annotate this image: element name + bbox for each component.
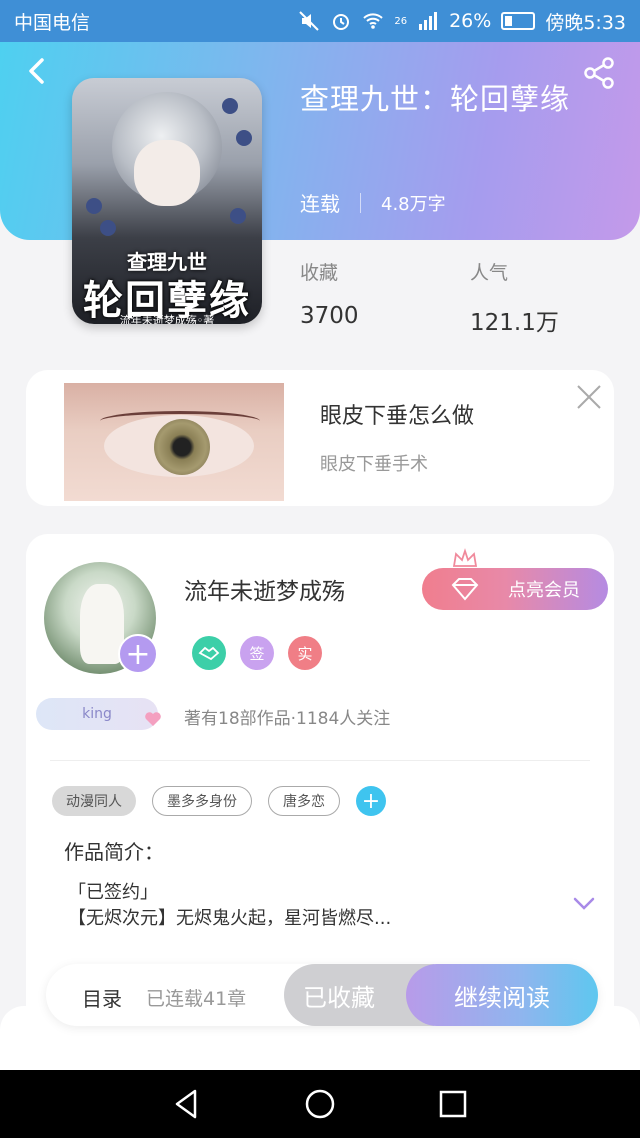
chapter-count[interactable]: 已连载41章: [146, 984, 246, 1011]
tag-item[interactable]: 唐多恋: [268, 786, 340, 816]
cover-flower: [100, 220, 116, 236]
author-name[interactable]: 流年未逝梦成殇: [184, 572, 345, 606]
book-cover[interactable]: 查理九世 轮回孽缘 流年未逝梦成殇◦著: [72, 78, 262, 324]
intro-text: 【无烬次元】无烬鬼火起，星河皆燃尽...: [68, 908, 392, 929]
cover-author: 流年未逝梦成殇◦著: [119, 314, 215, 324]
handshake-icon: [192, 636, 226, 670]
level-tag: king: [36, 698, 158, 730]
battery-percent: 26%: [449, 10, 492, 32]
nav-back-icon[interactable]: [169, 1086, 205, 1122]
nav-home-icon[interactable]: [302, 1086, 338, 1122]
intro-label: 作品简介：: [64, 840, 164, 864]
stat-value: 121.1万: [470, 310, 559, 336]
book-title: 查理九世：轮回孽缘: [300, 82, 571, 116]
collected-label: 已收藏: [303, 983, 375, 1012]
signal-icon: [419, 12, 438, 30]
meta-divider: [360, 192, 361, 213]
share-button[interactable]: [582, 56, 616, 90]
ad-title: 眼皮下垂怎么做: [320, 404, 475, 429]
battery-icon: [501, 12, 536, 30]
sign-badge: 签: [240, 636, 274, 670]
add-tag-button[interactable]: +: [356, 786, 386, 816]
tag-item[interactable]: 动漫同人: [52, 786, 136, 816]
carrier-label: 中国电信: [14, 11, 91, 34]
ad-card[interactable]: 眼皮下垂怎么做 眼皮下垂手术: [26, 370, 614, 506]
cover-flower: [230, 208, 246, 224]
intro-text: 「已签约」: [68, 882, 158, 903]
stat-label: 收藏: [300, 262, 339, 284]
stat-favorites: 收藏 3700: [300, 258, 359, 329]
ad-eye-lash: [100, 411, 260, 431]
follow-plus-button[interactable]: +: [118, 634, 158, 674]
wifi-icon: [363, 13, 384, 29]
clock: 傍晚5:33: [545, 11, 626, 34]
navigation-bar: [0, 1070, 640, 1138]
book-status: 连载: [300, 192, 340, 216]
stat-popularity: 人气 121.1万: [470, 258, 559, 337]
heart-icon: [145, 712, 161, 726]
vip-button-label: 点亮会员: [508, 580, 580, 601]
tag-item[interactable]: 墨多多身份: [152, 786, 252, 816]
ad-image: [64, 383, 284, 501]
crown-icon: [452, 548, 478, 567]
nav-recents-icon[interactable]: [435, 1086, 471, 1122]
continue-reading-button[interactable]: 继续阅读: [406, 964, 598, 1026]
back-button[interactable]: [22, 56, 52, 86]
author-badges: 签 实: [192, 636, 322, 670]
cover-character-face: [134, 140, 200, 206]
tag-list: 动漫同人 墨多多身份 唐多恋 +: [52, 786, 386, 816]
stat-value: 3700: [300, 303, 359, 329]
continue-reading-label: 继续阅读: [454, 983, 550, 1012]
cover-flower: [236, 130, 252, 146]
verified-badge: 实: [288, 636, 322, 670]
mute-icon: [299, 11, 320, 31]
alarm-icon: [333, 14, 350, 30]
book-meta: 连载 4.8万字: [300, 188, 446, 217]
status-bar: 中国电信 26 26% 傍晚5:33: [0, 0, 640, 42]
ad-subtitle: 眼皮下垂手术: [320, 454, 428, 475]
close-icon[interactable]: [574, 382, 604, 412]
divider: [50, 760, 590, 761]
status-icons: 26 26% 傍晚5:33: [298, 8, 626, 35]
network-type: 26: [394, 15, 408, 27]
cover-flower: [222, 98, 238, 114]
author-info: 著有18部作品·1184人关注: [184, 709, 391, 729]
toc-button[interactable]: 目录: [82, 983, 122, 1012]
word-count: 4.8万字: [381, 193, 446, 215]
action-bar: 目录 已连载41章 已收藏 继续阅读: [46, 964, 598, 1026]
stat-label: 人气: [470, 262, 509, 284]
diamond-icon: [451, 578, 479, 601]
cover-flower: [86, 198, 102, 214]
chevron-down-icon[interactable]: [572, 896, 596, 912]
